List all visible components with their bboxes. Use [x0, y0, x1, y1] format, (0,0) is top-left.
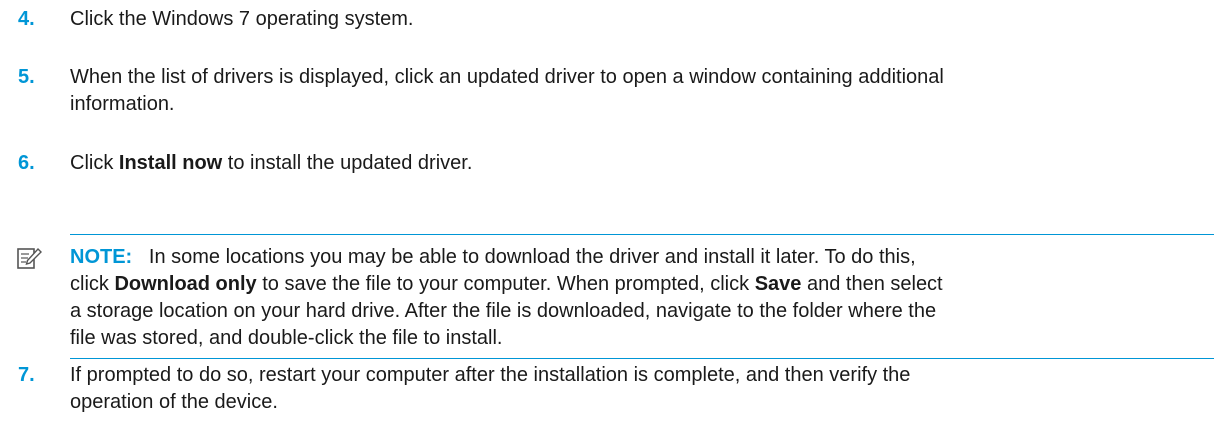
step-number: 6.	[18, 152, 35, 174]
note-label: NOTE:	[70, 246, 133, 268]
step-number: 5.	[18, 66, 35, 88]
note-line: NOTE: In some locations you may be able …	[70, 244, 1214, 271]
text-run: and then select	[801, 273, 943, 295]
step-number: 7.	[18, 364, 35, 386]
ui-term-download-only: Download only	[114, 273, 257, 295]
text-run: click	[70, 273, 115, 295]
text-run: Click	[70, 152, 119, 174]
step-text-line: information.	[70, 93, 175, 115]
step-text: Click Install now to install the updated…	[70, 150, 1220, 177]
ui-term-save: Save	[754, 273, 802, 295]
text-run: to save the file to your computer. When …	[256, 273, 755, 295]
step-text-line: operation of the device.	[70, 391, 278, 413]
note-line: file was stored, and double-click the fi…	[70, 327, 503, 349]
note-line: click Download only to save the file to …	[70, 271, 1214, 298]
step-text: Click the Windows 7 operating system.	[70, 8, 414, 30]
note-block: NOTE: In some locations you may be able …	[70, 244, 1214, 359]
step-text: When the list of drivers is displayed, c…	[70, 64, 1220, 118]
text-run: In some locations you may be able to dow…	[148, 246, 916, 268]
note-line: a storage location on your hard drive. A…	[70, 300, 937, 322]
step-number: 4.	[18, 8, 35, 30]
step-text: If prompted to do so, restart your compu…	[70, 362, 1220, 416]
step-text-line: When the list of drivers is displayed, c…	[70, 66, 944, 88]
step-text-line: If prompted to do so, restart your compu…	[70, 364, 911, 386]
note-pencil-icon	[17, 247, 42, 269]
ui-term-install-now: Install now	[118, 152, 223, 174]
note-top-rule	[70, 234, 1214, 235]
text-run: to install the updated driver.	[222, 152, 473, 174]
